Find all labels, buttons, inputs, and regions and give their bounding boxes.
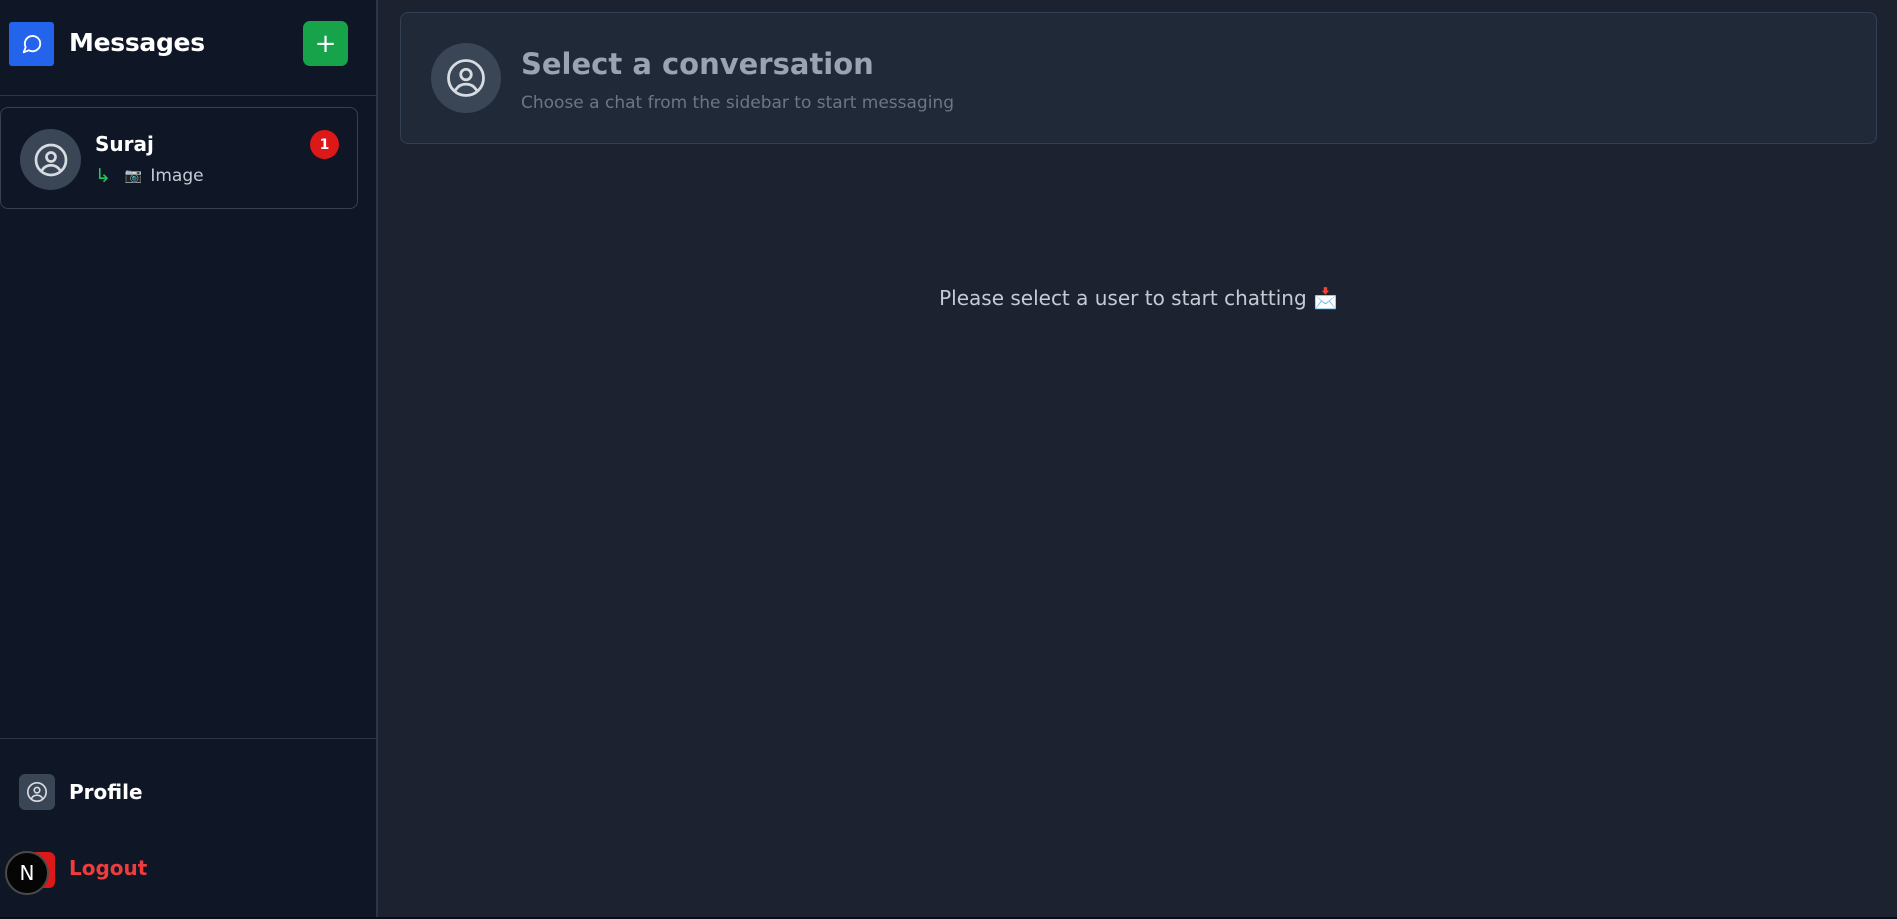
unread-badge: 1 xyxy=(310,130,339,159)
user-circle-icon xyxy=(19,774,55,810)
profile-label: Profile xyxy=(69,780,143,804)
main-panel: Select a conversation Choose a chat from… xyxy=(380,0,1897,919)
empty-state-message: Please select a user to start chatting 📩 xyxy=(939,286,1338,310)
preview-text: Image xyxy=(150,166,204,186)
conversation-item[interactable]: Suraj 1 ↳ 📷 Image xyxy=(0,107,358,209)
chat-bubble-icon xyxy=(9,22,54,66)
conversation-preview: ↳ 📷 Image xyxy=(95,166,204,186)
sidebar-title: Messages xyxy=(69,28,205,57)
profile-link[interactable]: Profile xyxy=(19,774,143,810)
conversation-header: Select a conversation Choose a chat from… xyxy=(400,12,1877,144)
sidebar-header: Messages + xyxy=(0,0,376,96)
logout-label: Logout xyxy=(69,856,148,880)
app-root: Messages + Suraj 1 ↳ 📷 Image Profile Log… xyxy=(0,0,1897,919)
conversation-name: Suraj xyxy=(95,132,154,156)
camera-icon: 📷 xyxy=(124,168,143,184)
sidebar-footer: Profile Logout N xyxy=(0,738,376,919)
plus-icon: + xyxy=(314,28,337,59)
new-chat-button[interactable]: + xyxy=(303,21,348,66)
user-circle-icon xyxy=(431,43,501,113)
reply-arrow-icon: ↳ xyxy=(95,164,111,187)
sidebar: Messages + Suraj 1 ↳ 📷 Image Profile Log… xyxy=(0,0,378,919)
conversation-title: Select a conversation xyxy=(521,47,874,81)
user-circle-icon xyxy=(20,129,81,190)
dev-overlay-badge[interactable]: N xyxy=(5,851,49,895)
conversation-subtitle: Choose a chat from the sidebar to start … xyxy=(521,93,954,113)
